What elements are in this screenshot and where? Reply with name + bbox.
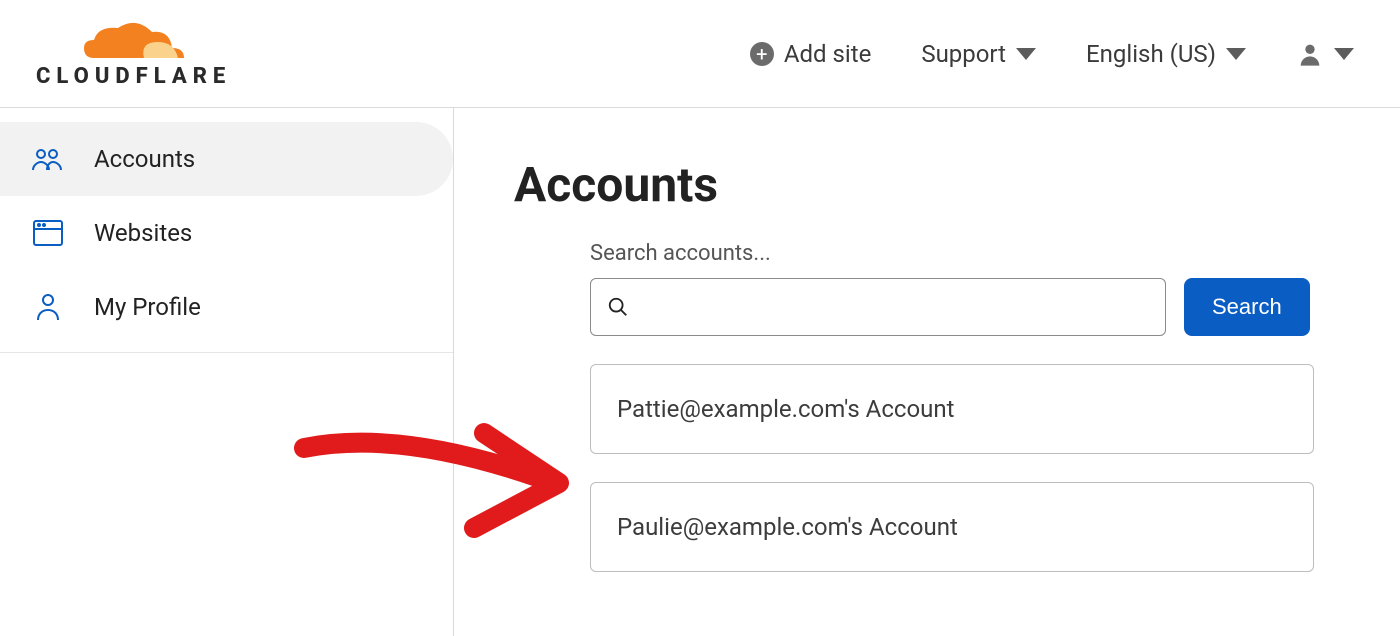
people-icon <box>30 144 66 174</box>
sidebar-item-my-profile[interactable]: My Profile <box>0 270 453 344</box>
search-label: Search accounts... <box>590 241 1340 266</box>
support-label: Support <box>921 40 1006 68</box>
chevron-down-icon <box>1016 48 1036 60</box>
language-dropdown[interactable]: English (US) <box>1086 40 1246 68</box>
add-site-button[interactable]: + Add site <box>750 40 871 68</box>
search-area: Search accounts... Search Pattie@example… <box>590 241 1340 572</box>
search-button[interactable]: Search <box>1184 278 1310 336</box>
header-right: + Add site Support English (US) <box>750 40 1364 68</box>
browser-icon <box>30 218 66 248</box>
user-icon <box>1296 40 1324 68</box>
person-icon <box>30 292 66 322</box>
cloud-icon <box>74 18 194 66</box>
header: CLOUDFLARE + Add site Support English (U… <box>0 0 1400 108</box>
language-label: English (US) <box>1086 40 1216 68</box>
search-row: Search <box>590 278 1340 336</box>
sidebar-item-accounts[interactable]: Accounts <box>0 122 453 196</box>
support-dropdown[interactable]: Support <box>921 40 1036 68</box>
main-content: Accounts Search accounts... Search Patti… <box>454 108 1400 636</box>
brand-word: CLOUDFLARE <box>36 64 231 89</box>
plus-circle-icon: + <box>750 42 774 66</box>
chevron-down-icon <box>1334 48 1354 60</box>
sidebar-divider <box>0 352 453 353</box>
user-menu[interactable] <box>1296 40 1354 68</box>
add-site-label: Add site <box>784 40 871 68</box>
sidebar-item-label: Accounts <box>94 145 195 173</box>
sidebar-item-label: Websites <box>94 219 192 247</box>
search-icon <box>607 296 629 318</box>
cloudflare-logo[interactable]: CLOUDFLARE <box>36 18 231 89</box>
sidebar: Accounts Websites My Profile <box>0 108 454 636</box>
body: Accounts Websites My Profile <box>0 108 1400 636</box>
chevron-down-icon <box>1226 48 1246 60</box>
account-list: Pattie@example.com's Account Paulie@exam… <box>590 364 1314 572</box>
page-title: Accounts <box>514 156 1340 213</box>
annotation-arrow <box>284 418 584 548</box>
search-box[interactable] <box>590 278 1166 336</box>
sidebar-item-websites[interactable]: Websites <box>0 196 453 270</box>
account-card[interactable]: Paulie@example.com's Account <box>590 482 1314 572</box>
search-input[interactable] <box>641 296 1149 319</box>
sidebar-item-label: My Profile <box>94 293 201 321</box>
account-card[interactable]: Pattie@example.com's Account <box>590 364 1314 454</box>
